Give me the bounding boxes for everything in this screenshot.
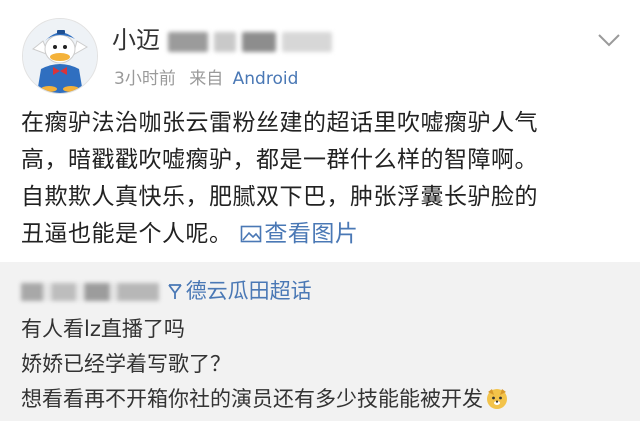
more-menu-button[interactable] [596, 30, 622, 50]
weibo-post: 小迈 3小时前 来自 Android 在瘸驴法治咖张云雷粉丝建的超话里吹嘘瘸驴人… [0, 0, 640, 262]
username-redaction [242, 32, 276, 52]
view-images-label: 查看图片 [264, 221, 359, 247]
content-line: 在瘸驴法治咖张云雷粉丝建的超话里吹嘘瘸驴人气 [21, 110, 538, 136]
repost-block[interactable]: 德云瓜田超话 有人看lz直播了吗 娇娇已经学着写歌了？ 想看看再不开箱你社的演员… [0, 262, 640, 421]
chevron-down-icon [598, 34, 620, 47]
post-content: 在瘸驴法治咖张云雷粉丝建的超话里吹嘘瘸驴人气 高，暗戳戳吹嘘瘸驴，都是一群什么样… [21, 105, 621, 253]
username-redaction [168, 32, 208, 52]
view-images-link[interactable]: 查看图片 [240, 221, 358, 247]
content-line-text: 丑逼也能是个人呢。 [21, 221, 233, 247]
post-meta: 3小时前 来自 Android [114, 66, 298, 92]
username-redaction [214, 32, 236, 52]
donald-duck-avatar-icon [23, 19, 97, 93]
repost-header: 德云瓜田超话 [21, 276, 312, 306]
content-line: 高，暗戳戳吹嘘瘸驴，都是一群什么样的智障啊。 [21, 147, 538, 173]
repost-line-text: 想看看再不开箱你社的演员还有多少技能能被开发 [21, 387, 483, 411]
source-link[interactable]: Android [233, 69, 299, 89]
content-line: 丑逼也能是个人呢。 查看图片 [21, 216, 621, 253]
super-topic-label: 德云瓜田超话 [185, 279, 312, 303]
avatar[interactable] [22, 18, 98, 94]
super-topic-link[interactable]: 德云瓜田超话 [166, 279, 312, 303]
post-time: 3小时前 [114, 69, 176, 89]
repost-line: 想看看再不开箱你社的演员还有多少技能能被开发 [21, 384, 509, 414]
repost-line: 有人看lz直播了吗 [21, 317, 185, 341]
repost-line: 娇娇已经学着写歌了？ [21, 352, 231, 376]
repost-user-redaction [21, 283, 159, 301]
image-icon [241, 225, 262, 243]
username-redaction [282, 32, 332, 52]
content-line: 自欺欺人真快乐，肥腻双下巴，肿张浮囊长驴脸的 [21, 184, 538, 210]
source-prefix: 来自 [189, 69, 224, 89]
username[interactable]: 小迈 [112, 24, 160, 56]
super-topic-icon [167, 284, 182, 299]
dog-face-emoji-icon [487, 389, 507, 409]
